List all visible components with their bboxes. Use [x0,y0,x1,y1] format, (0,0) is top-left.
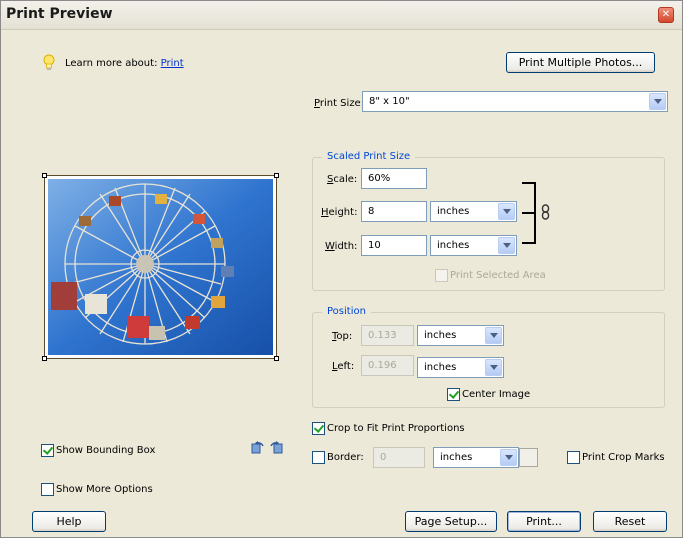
print-button-label: Print... [526,515,562,528]
print-crop-marks-checkbox[interactable] [567,451,580,464]
print-crop-marks-label: Print Crop Marks [582,452,665,463]
photo-preview[interactable] [42,173,279,361]
page-setup-button-label: Page Setup... [414,515,488,528]
constrain-bracket-bottom [522,242,536,244]
ferris-wheel-image [48,179,273,355]
border-color-swatch[interactable] [519,448,538,467]
chevron-down-icon[interactable] [649,93,666,110]
constrain-bracket-middle [522,212,534,214]
show-more-options-checkbox[interactable] [41,483,54,496]
close-icon[interactable]: ✕ [658,7,674,23]
constrain-bracket-vertical [534,182,536,244]
left-field[interactable]: 0.196 [361,355,414,376]
print-size-value: 8" x 10" [369,96,410,107]
height-unit-value: inches [437,206,470,217]
chevron-down-icon[interactable] [500,449,517,466]
lightbulb-icon [42,54,56,72]
resize-handle-top-left[interactable] [42,173,47,178]
learn-more-print-link[interactable]: Print [161,58,184,69]
resize-handle-top-right[interactable] [274,173,279,178]
chevron-down-icon[interactable] [498,203,515,220]
window-title: Print Preview [6,6,113,22]
border-label: Border: [327,452,364,463]
left-label: Left: [332,361,355,372]
rotate-right-icon[interactable] [269,440,283,454]
chevron-down-icon[interactable] [485,327,502,344]
show-bounding-box-label: Show Bounding Box [56,445,156,456]
top-label: Top: [332,331,353,342]
left-unit-value: inches [424,362,457,373]
height-field[interactable]: 8 [361,201,427,222]
top-unit-select[interactable]: inches [417,325,504,346]
resize-handle-bottom-left[interactable] [42,356,47,361]
resize-handle-bottom-right[interactable] [274,356,279,361]
rotate-left-icon[interactable] [251,440,265,454]
show-bounding-box-checkbox[interactable] [41,444,54,457]
border-unit-value: inches [440,452,473,463]
height-label: Height: [321,207,358,218]
crop-to-fit-checkbox[interactable] [312,422,325,435]
print-size-label: Print Size: [314,98,365,109]
chevron-down-icon[interactable] [498,237,515,254]
page-setup-button[interactable]: Page Setup... [405,511,497,532]
learn-more-prefix: Learn more about: [65,58,158,69]
border-unit-select[interactable]: inches [433,447,519,468]
scale-field[interactable]: 60% [361,168,427,189]
reset-button-label: Reset [614,515,646,528]
position-title: Position [322,306,371,317]
show-more-options-label: Show More Options [56,484,153,495]
print-selected-area-checkbox[interactable] [435,269,448,282]
scaled-print-size-title: Scaled Print Size [322,151,416,162]
print-selected-area-label: Print Selected Area [450,270,546,281]
center-image-checkbox[interactable] [447,388,460,401]
width-field[interactable]: 10 [361,235,427,256]
chevron-down-icon[interactable] [485,359,502,376]
print-multiple-photos-button[interactable]: Print Multiple Photos... [506,52,655,73]
top-field[interactable]: 0.133 [361,325,414,346]
print-preview-dialog: Print Preview ✕ Learn more about: Print … [0,0,683,538]
center-image-label: Center Image [462,389,531,400]
print-size-select[interactable]: 8" x 10" [362,91,668,112]
left-unit-select[interactable]: inches [417,357,504,378]
learn-more-text: Learn more about: Print [65,58,184,69]
border-width-field[interactable]: 0 [373,447,425,468]
help-button[interactable]: Help [32,511,106,532]
title-bar[interactable]: Print Preview ✕ [1,1,682,30]
width-label: Width: [325,241,358,252]
top-unit-value: inches [424,330,457,341]
reset-button[interactable]: Reset [593,511,667,532]
width-unit-value: inches [437,240,470,251]
crop-to-fit-label: Crop to Fit Print Proportions [327,423,465,434]
width-unit-select[interactable]: inches [430,235,517,256]
help-button-label: Help [56,515,82,528]
scale-label: Scale: [327,174,358,185]
height-unit-select[interactable]: inches [430,201,517,222]
print-button[interactable]: Print... [507,511,581,532]
border-checkbox[interactable] [312,451,325,464]
chain-link-icon[interactable] [541,204,550,220]
